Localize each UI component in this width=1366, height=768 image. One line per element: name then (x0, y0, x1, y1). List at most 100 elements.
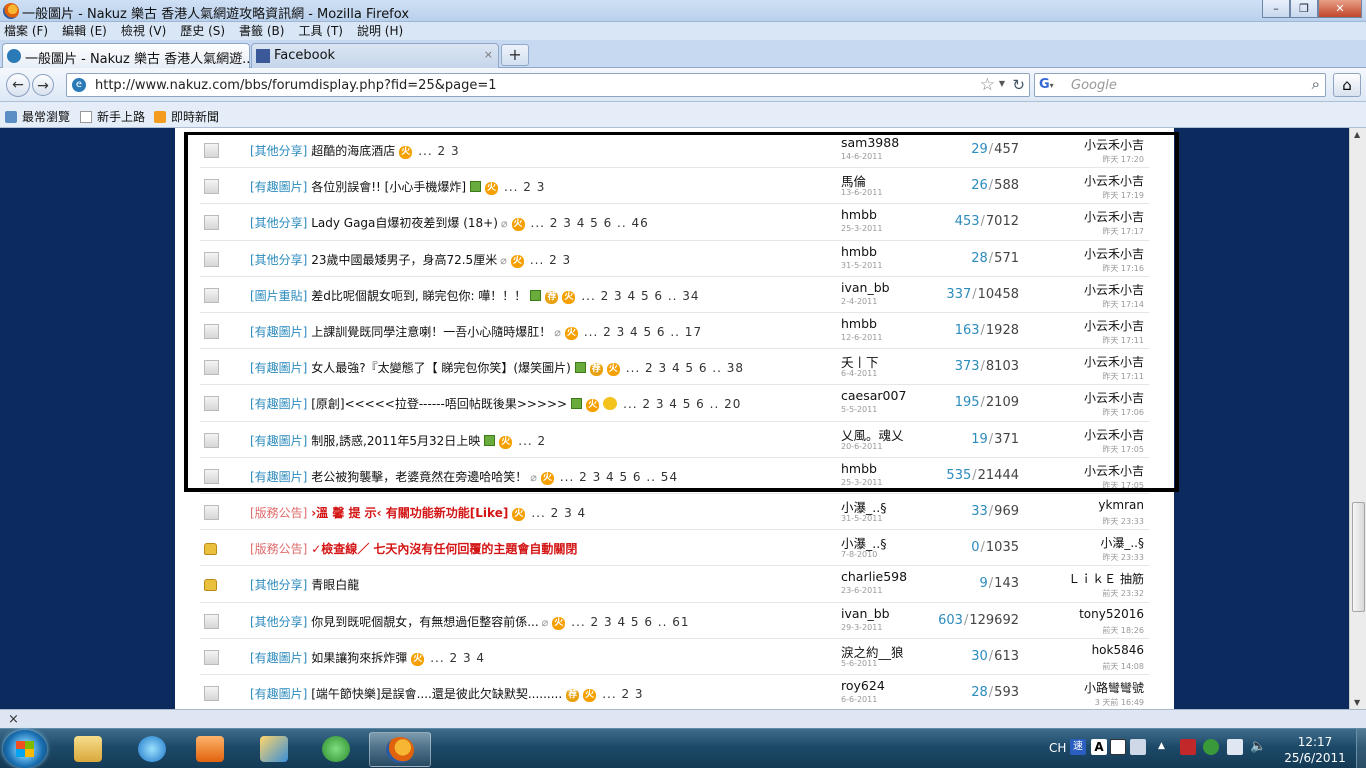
last-poster-link[interactable]: 小云禾小吉 (1084, 208, 1144, 225)
thread-row[interactable]: [有趣圖片] 女人最強?『太變態了【 睇完包你笑】(爆笑圖片) 荐火 ... 2 3… (200, 349, 1149, 386)
menu-view[interactable]: 檢視 (V) (121, 22, 166, 40)
vertical-scrollbar[interactable]: ▲ ▼ (1349, 128, 1366, 709)
menu-help[interactable]: 說明 (H) (357, 22, 403, 40)
thread-row[interactable]: [有趣圖片] 各位別誤會!! [小心手機爆炸] 火... 2 3 馬倫 13-6-20… (200, 168, 1149, 205)
thread-page-links[interactable]: ... 2 (518, 434, 546, 448)
ime-width-icon[interactable] (1110, 739, 1126, 755)
last-poster-link[interactable]: 小云禾小吉 (1084, 172, 1144, 189)
taskbar-messenger[interactable] (306, 732, 368, 767)
show-desktop-button[interactable] (1356, 729, 1366, 768)
thread-page-links[interactable]: ... 2 3 4 5 6 .. 34 (581, 289, 699, 303)
close-window-button[interactable]: ✕ (1318, 0, 1362, 18)
thread-category-link[interactable]: [有趣圖片] (250, 397, 307, 411)
thread-title-link[interactable]: 青眼白龍 (311, 578, 359, 592)
thread-title-link[interactable]: 你見到既呢個靚女，有無想過佢整容前係... (311, 615, 538, 629)
tab-nakuz[interactable]: 一般圖片 - Nakuz 樂古 香港人氣網遊... × (2, 43, 250, 68)
bookmark-latest-news[interactable]: 即時新聞 (154, 108, 219, 125)
show-hidden-icons-icon[interactable]: ▲ (1158, 741, 1165, 751)
last-poster-link[interactable]: ykmran (1098, 498, 1144, 512)
tab-close-icon[interactable]: × (235, 48, 244, 61)
last-poster-link[interactable]: ＬｉｋＥ 抽筋 (1068, 570, 1144, 587)
thread-page-links[interactable]: ... 2 3 (504, 180, 545, 194)
thread-title-link[interactable]: 如果讓狗來拆炸彈 (311, 651, 407, 665)
menu-tools[interactable]: 工具 (T) (298, 22, 343, 40)
last-poster-link[interactable]: 小瀑_..§ (1100, 534, 1144, 551)
thread-author-link[interactable]: hmbb (841, 207, 877, 222)
language-indicator[interactable]: CH (1049, 741, 1066, 755)
thread-row[interactable]: [其他分享] Lady Gaga自爆初夜差到爆 (18+) ⌀ 火 ... 2 3 4… (200, 204, 1149, 241)
url-bar[interactable]: e http://www.nakuz.com/bbs/forumdisplay.… (66, 73, 1030, 97)
thread-page-links[interactable]: ... 2 3 4 5 6 .. 61 (571, 615, 689, 629)
thread-category-link[interactable]: [有趣圖片] (250, 651, 307, 665)
thread-title-link[interactable]: 制服,誘惑,2011年5月32日上映 (311, 434, 480, 448)
back-button[interactable]: ← (6, 73, 30, 97)
thread-page-links[interactable]: ... 2 3 (602, 687, 643, 701)
thread-row[interactable]: [有趣圖片] 如果讓狗來拆炸彈火... 2 3 4 淚之約__狼 5-6-2011 3… (200, 639, 1149, 675)
thread-author-link[interactable]: roy624 (841, 678, 885, 693)
thread-author-link[interactable]: hmbb (841, 244, 877, 259)
thread-title-link[interactable]: 上課訓覺既同學注意喇！一吾小心隨時爆肛！ (311, 325, 551, 339)
tab-facebook[interactable]: Facebook × (251, 43, 499, 68)
thread-category-link[interactable]: [其他分享] (250, 615, 307, 629)
last-poster-link[interactable]: 小云禾小吉 (1084, 245, 1144, 262)
system-clock[interactable]: 12:17 25/6/2011 (1282, 734, 1348, 766)
scroll-down-icon[interactable]: ▼ (1354, 698, 1360, 707)
search-icon[interactable]: ⌕ (1312, 75, 1320, 93)
thread-title-link[interactable]: ›溫 馨 提 示‹ 有關功能新功能[Like] (311, 506, 508, 520)
new-tab-button[interactable]: + (501, 44, 529, 66)
network-icon[interactable] (1227, 739, 1243, 755)
thread-row[interactable]: [版務公告] ›溫 馨 提 示‹ 有關功能新功能[Like] 火 ... 2 3 4… (200, 494, 1149, 531)
thread-row[interactable]: [有趣圖片] 制服,誘惑,2011年5月32日上映火... 2 乂風。魂乂 20-6… (200, 422, 1149, 458)
thread-category-link[interactable]: [版務公告] (250, 506, 307, 520)
ime-mode-icon[interactable]: A (1091, 739, 1107, 755)
thread-page-links[interactable]: ... 2 3 4 (531, 506, 586, 520)
search-bar[interactable]: G▾ Google ⌕ (1034, 73, 1326, 97)
thread-category-link[interactable]: [其他分享] (250, 216, 307, 230)
last-poster-link[interactable]: 小云禾小吉 (1084, 426, 1144, 443)
thread-author-link[interactable]: hmbb (841, 461, 877, 476)
home-button[interactable]: ⌂ (1333, 73, 1361, 97)
taskbar-ie[interactable] (122, 732, 184, 767)
scroll-up-icon[interactable]: ▲ (1354, 130, 1360, 139)
thread-category-link[interactable]: [有趣圖片] (250, 180, 307, 194)
bookmark-most-visited[interactable]: 最常瀏覽 (5, 108, 70, 125)
thread-row[interactable]: [其他分享] 青眼白龍 charlie598 23-6-2011 9/143 ＬｉｋＥ … (200, 566, 1149, 603)
last-poster-link[interactable]: tony52016 (1079, 607, 1144, 621)
thread-title-link[interactable]: 超酷的海底酒店 (311, 144, 395, 158)
reload-icon[interactable]: ↻ (1012, 76, 1025, 94)
menu-file[interactable]: 檔案 (F) (4, 22, 48, 40)
thread-category-link[interactable]: [其他分享] (250, 253, 307, 267)
taskbar-media-player[interactable] (180, 732, 242, 767)
last-poster-link[interactable]: 小云禾小吉 (1084, 317, 1144, 334)
thread-author-link[interactable]: ivan_bb (841, 280, 890, 295)
last-poster-link[interactable]: 小云禾小吉 (1084, 353, 1144, 370)
last-poster-link[interactable]: 小云禾小吉 (1084, 389, 1144, 406)
thread-title-link[interactable]: 老公被狗襲擊，老婆竟然在旁邊哈哈笑！ (311, 470, 527, 484)
thread-row[interactable]: [有趣圖片] 老公被狗襲擊，老婆竟然在旁邊哈哈笑！ ⌀ 火 ... 2 3 4 5 6… (200, 458, 1149, 494)
maximize-button[interactable]: ❐ (1290, 0, 1318, 18)
last-poster-link[interactable]: 小路彎彎號 (1084, 679, 1144, 696)
thread-title-link[interactable]: 23歲中國最矮男子，身高72.5厘米 (311, 253, 497, 267)
ime-menu-icon[interactable] (1130, 739, 1146, 755)
taskbar-firefox[interactable] (369, 732, 431, 767)
thread-title-link[interactable]: 女人最強?『太變態了【 睇完包你笑】(爆笑圖片) (311, 361, 571, 375)
thread-page-links[interactable]: ... 2 3 4 5 6 .. 38 (626, 361, 744, 375)
thread-category-link[interactable]: [有趣圖片] (250, 361, 307, 375)
start-button[interactable] (3, 730, 47, 768)
last-poster-link[interactable]: hok5846 (1092, 643, 1144, 657)
thread-page-links[interactable]: ... 2 3 4 5 6 .. 20 (623, 397, 741, 411)
tab-close-icon[interactable]: × (484, 48, 493, 61)
thread-author-link[interactable]: ivan_bb (841, 606, 890, 621)
thread-author-link[interactable]: sam3988 (841, 135, 899, 150)
thread-row[interactable]: [版務公告] ✓檢查線／ 七天內沒有任何回覆的主題會自動關閉 小瀑_..§ 7-8-… (200, 530, 1149, 567)
bookmark-getting-started[interactable]: 新手上路 (80, 108, 145, 125)
thread-category-link[interactable]: [版務公告] (250, 542, 307, 556)
thread-row[interactable]: [其他分享] 23歲中國最矮男子，身高72.5厘米 ⌀ 火 ... 2 3 hmbb 31… (200, 241, 1149, 277)
url-dropdown-icon[interactable]: ▼ (999, 79, 1005, 88)
thread-title-link[interactable]: ✓檢查線／ 七天內沒有任何回覆的主題會自動關閉 (311, 542, 577, 556)
thread-page-links[interactable]: ... 2 3 (530, 253, 571, 267)
thread-author-link[interactable]: caesar007 (841, 388, 906, 403)
thread-title-link[interactable]: [端午節快樂]是誤會....還是彼此欠缺默契......... (311, 687, 562, 701)
menu-bookmarks[interactable]: 書籤 (B) (239, 22, 284, 40)
thread-row[interactable]: [有趣圖片] [端午節快樂]是誤會....還是彼此欠缺默契......... 荐火… (200, 675, 1149, 709)
